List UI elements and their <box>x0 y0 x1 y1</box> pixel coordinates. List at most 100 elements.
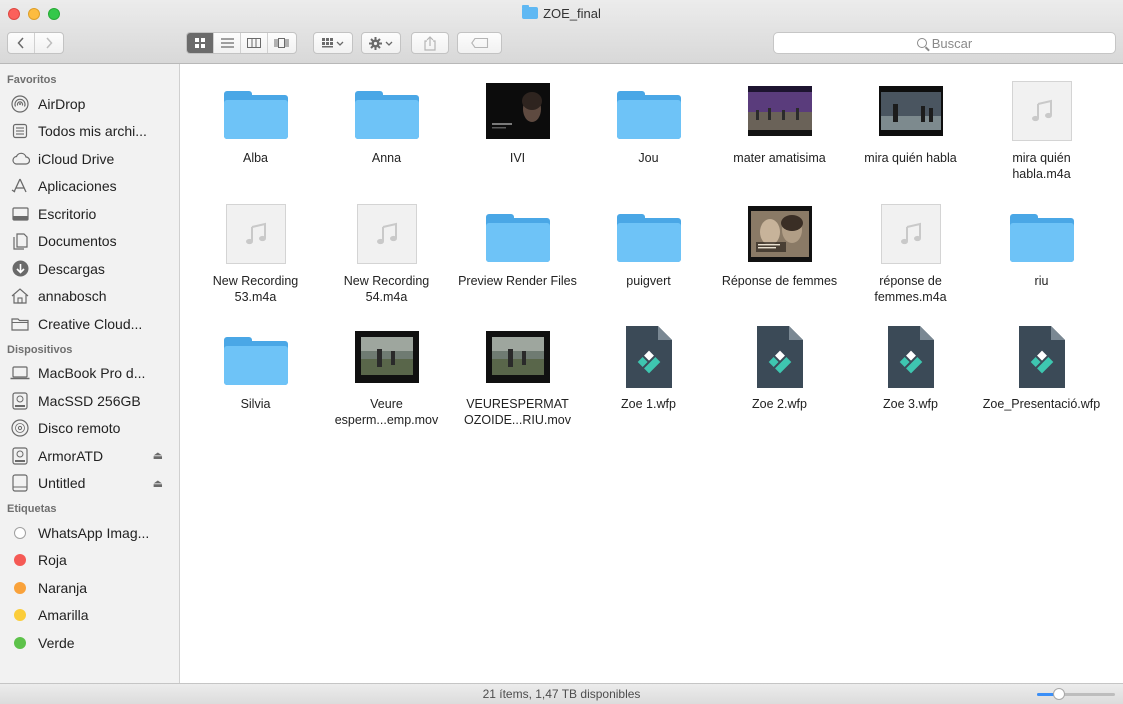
file-item[interactable]: réponse de femmes.m4a <box>845 199 976 322</box>
file-item[interactable]: Zoe 1.wfp <box>583 322 714 445</box>
documents-icon <box>10 231 30 251</box>
sidebar-item-label: Todos mis archi... <box>38 123 147 140</box>
window-title: ZOE_final <box>0 5 1123 21</box>
sidebar-item-disco-remoto[interactable]: Disco remoto <box>0 415 179 443</box>
share-icon <box>424 35 436 51</box>
tag-color-dot <box>14 526 26 539</box>
file-name: Veure esperm...emp.mov <box>334 397 439 427</box>
file-item[interactable]: Zoe_Presentació.wfp <box>976 322 1107 445</box>
sidebar-item-icloud-drive[interactable]: iCloud Drive <box>0 145 179 173</box>
eject-icon[interactable]: ⏏ <box>153 477 163 490</box>
sidebar-item-todos-mis-archi[interactable]: Todos mis archi... <box>0 118 179 146</box>
video-thumbnail <box>878 86 943 136</box>
chevron-right-icon <box>45 37 53 49</box>
list-view-button[interactable] <box>214 33 241 53</box>
sidebar-item-armoratd[interactable]: ArmorATD ⏏ <box>0 442 179 470</box>
sidebar-item-descargas[interactable]: Descargas <box>0 255 179 283</box>
cover-flow-view-button[interactable] <box>268 33 295 53</box>
sidebar-item-annabosch[interactable]: annabosch <box>0 283 179 311</box>
folder-icon <box>616 214 681 262</box>
file-item[interactable]: mater amatisima <box>714 76 845 199</box>
cloud-icon <box>10 149 30 169</box>
toolbar: ZOE_final Buscar <box>0 0 1123 64</box>
sidebar-item-aplicaciones[interactable]: Aplicaciones <box>0 173 179 201</box>
file-icon-container <box>321 76 452 146</box>
file-browser: Alba Anna IVI Jou mater amatisima mira quién … <box>180 64 1123 683</box>
sidebar-item-label: annabosch <box>38 288 107 305</box>
arrange-button[interactable] <box>313 32 353 54</box>
file-name: New Recording 54.m4a <box>343 274 430 304</box>
tag-color-dot <box>14 554 26 567</box>
list-icon <box>220 38 234 48</box>
sidebar-item-macbook-pro-d[interactable]: MacBook Pro d... <box>0 360 179 388</box>
back-button[interactable] <box>8 33 35 53</box>
column-view-button[interactable] <box>241 33 268 53</box>
sidebar-item-verde[interactable]: Verde <box>0 629 179 657</box>
eject-icon[interactable]: ⏏ <box>153 449 163 462</box>
sidebar-item-naranja[interactable]: Naranja <box>0 574 179 602</box>
file-item[interactable]: Veure esperm...emp.mov <box>321 322 452 445</box>
sidebar-item-label: Documentos <box>38 233 117 250</box>
file-grid: Alba Anna IVI Jou mater amatisima mira quién … <box>190 76 1107 445</box>
sidebar-item-documentos[interactable]: Documentos <box>0 228 179 256</box>
file-icon-container <box>845 76 976 146</box>
arrange-icon <box>322 38 344 48</box>
file-item[interactable]: New Recording 54.m4a <box>321 199 452 322</box>
video-thumbnail <box>485 83 550 139</box>
sidebar-item-amarilla[interactable]: Amarilla <box>0 602 179 630</box>
sidebar-item-escritorio[interactable]: Escritorio <box>0 200 179 228</box>
sidebar-item-roja[interactable]: Roja <box>0 547 179 575</box>
sidebar: Favoritos AirDrop Todos mis archi... iCloud… <box>0 64 180 683</box>
sidebar-item-label: Creative Cloud... <box>38 315 143 332</box>
forward-button[interactable] <box>35 33 62 53</box>
sidebar-item-macssd-256gb[interactable]: MacSSD 256GB <box>0 387 179 415</box>
sidebar-item-label: Amarilla <box>38 607 89 624</box>
file-name: VEURESPERMAT OZOIDE...RIU.mov <box>464 397 571 427</box>
file-item[interactable]: VEURESPERMAT OZOIDE...RIU.mov <box>452 322 583 445</box>
wfp-file-icon <box>1018 326 1065 388</box>
file-item[interactable]: New Recording 53.m4a <box>190 199 321 322</box>
sidebar-item-label: MacSSD 256GB <box>38 392 141 409</box>
file-item[interactable]: Alba <box>190 76 321 199</box>
icon-view-button[interactable] <box>187 33 214 53</box>
file-item[interactable]: Silvia <box>190 322 321 445</box>
sidebar-item-creative-cloud[interactable]: Creative Cloud... <box>0 310 179 338</box>
search-field[interactable]: Buscar <box>773 32 1116 54</box>
folder-icon <box>522 5 539 19</box>
sidebar-item-label: WhatsApp Imag... <box>38 524 150 541</box>
file-item[interactable]: riu <box>976 199 1107 322</box>
file-item[interactable]: Preview Render Files <box>452 199 583 322</box>
file-item[interactable]: Réponse de femmes <box>714 199 845 322</box>
share-button[interactable] <box>411 32 449 54</box>
file-item[interactable]: mira quién habla.m4a <box>976 76 1107 199</box>
file-icon-container <box>976 76 1107 146</box>
file-item[interactable]: Zoe 2.wfp <box>714 322 845 445</box>
file-item[interactable]: mira quién habla <box>845 76 976 199</box>
file-item[interactable]: Anna <box>321 76 452 199</box>
file-name: Jou <box>638 151 659 165</box>
home-icon <box>10 286 30 306</box>
sidebar-item-untitled[interactable]: Untitled ⏏ <box>0 470 179 498</box>
action-button[interactable] <box>361 32 401 54</box>
slider-knob[interactable] <box>1052 688 1065 700</box>
status-text: 21 ítems, 1,47 TB disponibles <box>482 687 641 701</box>
sidebar-item-label: Escritorio <box>38 205 97 222</box>
status-bar: 21 ítems, 1,47 TB disponibles <box>0 683 1123 704</box>
file-icon-container <box>190 76 321 146</box>
tags-button[interactable] <box>457 32 502 54</box>
audio-file-icon <box>880 204 941 264</box>
navigation-buttons <box>7 32 64 54</box>
file-item[interactable]: IVI <box>452 76 583 199</box>
laptop-icon <box>10 363 30 383</box>
sidebar-item-airdrop[interactable]: AirDrop <box>0 90 179 118</box>
file-item[interactable]: Zoe 3.wfp <box>845 322 976 445</box>
sidebar-section-header: Dispositivos <box>7 343 73 356</box>
file-icon-container <box>583 322 714 392</box>
file-item[interactable]: Jou <box>583 76 714 199</box>
folder-icon <box>616 91 681 139</box>
sidebar-item-whatsapp-imag[interactable]: WhatsApp Imag... <box>0 519 179 547</box>
file-name: mira quién habla <box>864 151 957 165</box>
file-item[interactable]: puigvert <box>583 199 714 322</box>
icon-size-slider[interactable] <box>1037 688 1115 700</box>
airdrop-icon <box>10 94 30 114</box>
